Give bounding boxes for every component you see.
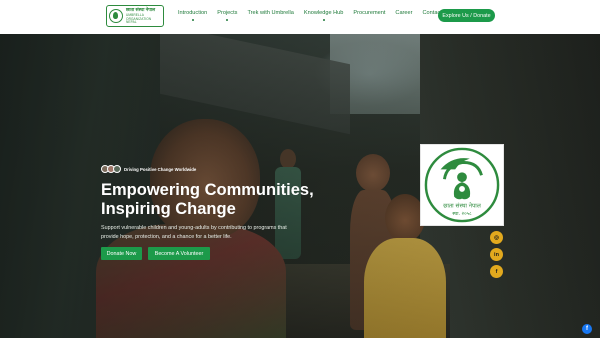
site-logo[interactable]: छाता संस्था नेपाल UMBRELLA ORGANIZATION … (106, 5, 164, 27)
nav-item-procurement[interactable]: Procurement (353, 10, 385, 16)
organization-seal: छाता संस्था नेपाल स्था. २०५८ (420, 144, 504, 226)
main-nav: Introduction Projects Trek with Umbrella… (178, 10, 460, 21)
umbrella-seal-icon: छाता संस्था नेपाल स्था. २०५८ (424, 147, 500, 223)
nav-item-projects[interactable]: Projects (217, 10, 237, 21)
site-header: छाता संस्था नेपाल UMBRELLA ORGANIZATION … (0, 0, 600, 34)
instagram-icon[interactable]: ◎ (490, 231, 503, 244)
headline-line-1: Empowering Communities, (101, 181, 314, 199)
hero-headline: Empowering Communities, Inspiring Change (101, 181, 361, 219)
nav-item-knowledge-hub[interactable]: Knowledge Hub (304, 10, 343, 21)
nav-item-career[interactable]: Career (395, 10, 412, 16)
facebook-chat-icon[interactable]: f (582, 324, 592, 334)
avatar (113, 165, 121, 173)
hero-eyebrow-text: Driving Positive Change Worldwide (124, 166, 197, 172)
dropdown-indicator-icon (322, 19, 325, 21)
hero-subtext: Support vulnerable children and young-ad… (101, 225, 287, 240)
explore-donate-button[interactable]: Explore Us / Donate (438, 9, 495, 22)
avatar-group (101, 165, 121, 173)
linkedin-icon[interactable]: in (490, 248, 503, 261)
hero-section: Driving Positive Change Worldwide Empowe… (0, 34, 600, 338)
logo-name-nepali: छाता संस्था नेपाल (126, 6, 156, 12)
seal-year: स्था. २०५८ (452, 211, 472, 217)
dropdown-indicator-icon (226, 19, 229, 21)
facebook-icon[interactable]: f (490, 265, 503, 278)
seal-name-nepali: छाता संस्था नेपाल (443, 201, 482, 209)
become-volunteer-button[interactable]: Become A Volunteer (148, 247, 210, 260)
donate-now-button[interactable]: Donate Now (101, 247, 142, 260)
dropdown-indicator-icon (191, 19, 194, 21)
logo-name-english: UMBRELLA ORGANIZATION NEPAL (126, 13, 152, 24)
hero-eyebrow: Driving Positive Change Worldwide (101, 164, 196, 174)
nav-item-trek[interactable]: Trek with Umbrella (247, 10, 293, 16)
logo-text: छाता संस्था नेपाल UMBRELLA ORGANIZATION … (126, 6, 161, 24)
umbrella-logo-icon (109, 9, 123, 23)
headline-line-2: Inspiring Change (101, 200, 236, 218)
nav-item-introduction[interactable]: Introduction (178, 10, 207, 21)
